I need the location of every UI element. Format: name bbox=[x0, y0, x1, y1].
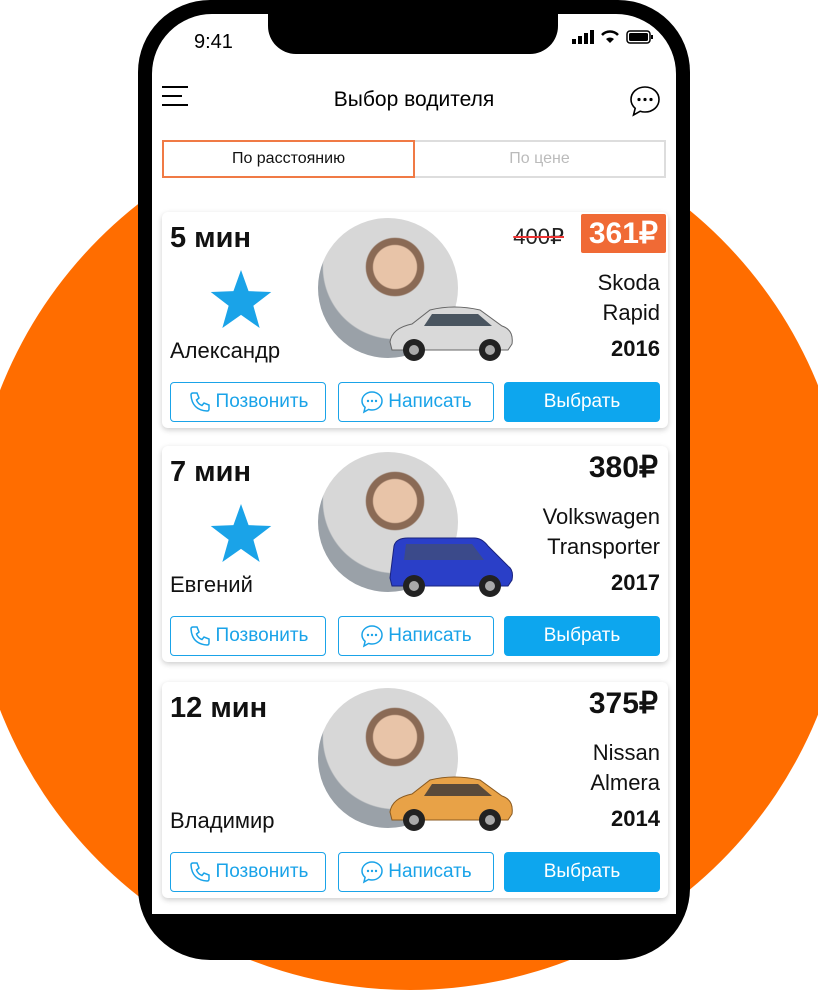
signal-icon bbox=[572, 30, 594, 44]
car-model: Almera bbox=[590, 770, 660, 795]
message-button[interactable]: Написать bbox=[338, 382, 494, 422]
driver-name: Владимир bbox=[170, 808, 275, 833]
call-button[interactable]: Позвонить bbox=[170, 616, 326, 656]
price: 380₽ bbox=[588, 451, 658, 484]
car-make: Nissan bbox=[592, 740, 660, 765]
car-year: 2014 bbox=[611, 806, 660, 831]
message-button[interactable]: Написать bbox=[338, 852, 494, 892]
phone-icon bbox=[189, 862, 210, 882]
driver-name: Евгений bbox=[170, 572, 253, 597]
car-year: 2017 bbox=[611, 570, 660, 595]
select-button[interactable]: Выбрать bbox=[504, 382, 660, 422]
eta: 12 мин bbox=[170, 692, 268, 724]
car-model: Transporter bbox=[547, 534, 660, 559]
phone-screen: 9:41 Выбор водителя По расстоянию По цен… bbox=[152, 14, 676, 914]
message-label: Написать bbox=[388, 625, 472, 646]
eta: 5 мин bbox=[170, 222, 251, 254]
driver-card[interactable]: 12 мин Владимир 375₽ Nissan Almera 2014 … bbox=[162, 682, 668, 898]
select-button[interactable]: Выбрать bbox=[504, 852, 660, 892]
star-icon bbox=[210, 270, 272, 328]
phone-notch bbox=[268, 14, 558, 54]
app-header: Выбор водителя bbox=[152, 84, 676, 124]
car-image bbox=[389, 537, 513, 597]
driver-name: Александр bbox=[170, 338, 281, 363]
car-image bbox=[389, 306, 513, 361]
discount-price: 361₽ bbox=[580, 214, 666, 253]
eta: 7 мин bbox=[170, 456, 251, 488]
phone-icon bbox=[189, 626, 210, 646]
car-year: 2016 bbox=[611, 336, 660, 361]
call-button[interactable]: Позвонить bbox=[170, 852, 326, 892]
star-icon bbox=[210, 504, 272, 562]
page-title: Выбор водителя bbox=[333, 88, 495, 111]
old-price: 400₽ bbox=[513, 224, 564, 249]
call-button[interactable]: Позвонить bbox=[170, 382, 326, 422]
driver-card[interactable]: 7 мин Евгений 380₽ Volkswagen Transporte… bbox=[162, 446, 668, 662]
status-icons bbox=[572, 30, 654, 44]
phone-icon bbox=[189, 392, 210, 412]
call-label: Позвонить bbox=[215, 861, 309, 882]
message-label: Написать bbox=[388, 861, 472, 882]
wifi-icon bbox=[601, 30, 619, 43]
chat-bubble-icon bbox=[361, 391, 384, 414]
tab-by-price[interactable]: По цене bbox=[415, 140, 666, 178]
battery-icon bbox=[626, 30, 653, 44]
car-make: Skoda bbox=[597, 270, 660, 295]
tab-by-distance[interactable]: По расстоянию bbox=[162, 140, 415, 178]
chat-bubble-icon bbox=[361, 861, 384, 884]
status-time: 9:41 bbox=[194, 31, 233, 53]
message-label: Написать bbox=[388, 391, 472, 412]
driver-card[interactable]: 5 мин Александр 400₽ 361₽ Skoda Rapid 20… bbox=[162, 212, 668, 428]
call-label: Позвонить bbox=[215, 625, 309, 646]
select-button[interactable]: Выбрать bbox=[504, 616, 660, 656]
price: 375₽ bbox=[588, 687, 658, 720]
car-make: Volkswagen bbox=[542, 504, 660, 529]
chat-icon[interactable] bbox=[628, 84, 662, 118]
car-image bbox=[389, 776, 513, 831]
message-button[interactable]: Написать bbox=[338, 616, 494, 656]
call-label: Позвонить bbox=[215, 391, 309, 412]
sort-tabs: По расстоянию По цене bbox=[162, 140, 666, 178]
chat-bubble-icon bbox=[361, 625, 384, 648]
car-model: Rapid bbox=[602, 300, 660, 325]
